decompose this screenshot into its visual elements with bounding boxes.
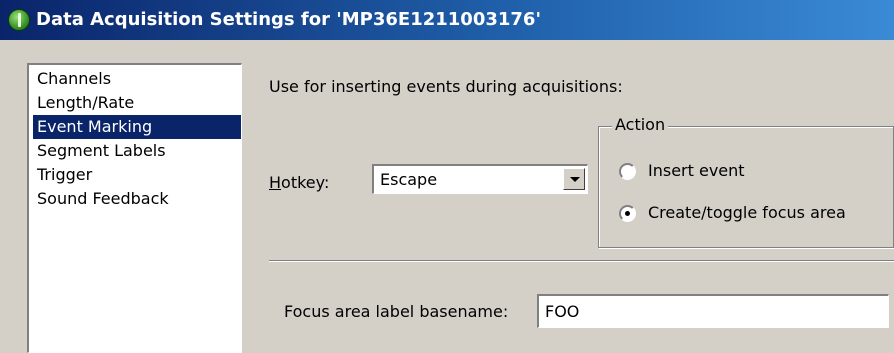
list-item-channels[interactable]: Channels [33,67,241,91]
hotkey-dropdown[interactable]: Escape [372,164,588,194]
dropdown-arrow-icon[interactable] [563,168,585,190]
window-title: Data Acquisition Settings for 'MP36E1211… [36,9,541,30]
event-marking-description: Use for inserting events during acquisit… [269,77,623,96]
list-item-segment-labels[interactable]: Segment Labels [33,139,241,163]
insert-event-radio[interactable] [619,163,636,180]
action-groupbox: Action Insert event Create/toggle focus … [598,115,894,248]
category-list[interactable]: Channels Length/Rate Event Marking Segme… [27,63,242,353]
hotkey-selected-value: Escape [380,170,438,189]
list-item-length-rate[interactable]: Length/Rate [33,91,241,115]
app-icon[interactable] [8,9,30,31]
focus-area-basename-label: Focus area label basename: [284,302,509,321]
list-item-sound-feedback[interactable]: Sound Feedback [33,187,241,211]
focus-area-basename-input[interactable]: FOO [537,294,889,328]
create-focus-area-label[interactable]: Create/toggle focus area [648,203,846,222]
list-item-trigger[interactable]: Trigger [33,163,241,187]
list-item-event-marking[interactable]: Event Marking [33,115,241,139]
hotkey-label: Hotkey: [269,173,329,192]
hotkey-label-rest: otkey: [281,173,330,192]
title-bar[interactable]: Data Acquisition Settings for 'MP36E1211… [0,0,894,40]
separator [269,260,894,262]
insert-event-label[interactable]: Insert event [648,161,745,180]
action-legend: Action [612,115,669,134]
hotkey-mnemonic: H [269,173,282,192]
create-focus-area-radio[interactable] [619,205,636,222]
